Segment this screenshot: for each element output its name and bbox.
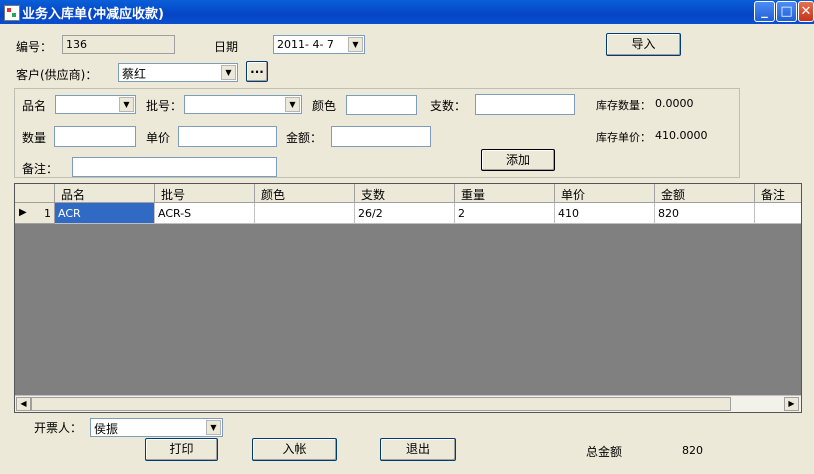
total-amount-label: 总金额 [586, 445, 623, 459]
stock-qty-value: 0.0000 [655, 97, 694, 110]
app-icon [4, 5, 20, 21]
date-label: 日期 [214, 40, 239, 54]
batch-label: 批号： [146, 99, 183, 113]
invoicer-select[interactable]: 侯振 ▼ [90, 418, 223, 437]
table-cell[interactable]: ACR [55, 203, 155, 224]
chevron-down-icon[interactable]: ▼ [206, 420, 221, 435]
customer-label: 客户(供应商)： [16, 68, 98, 82]
column-header-weight[interactable]: 重量 [455, 184, 555, 203]
table-cell[interactable]: 410 [555, 203, 655, 224]
close-button[interactable]: ✕ [798, 1, 814, 22]
horizontal-scrollbar[interactable]: ◀ ▶ [15, 395, 801, 412]
customer-select[interactable]: 蔡红 ▼ [118, 63, 238, 82]
remark-label: 备注： [22, 162, 59, 176]
table-cell[interactable]: 820 [655, 203, 755, 224]
table-cell[interactable]: ACR-S [155, 203, 255, 224]
scroll-left-icon[interactable]: ◀ [16, 397, 31, 411]
maximize-button[interactable]: □ [776, 1, 797, 22]
stock-price-value: 410.0000 [655, 129, 708, 142]
quantity-label: 数量 [22, 131, 47, 145]
chevron-down-icon[interactable]: ▼ [285, 97, 300, 112]
product-name-select[interactable]: ▼ [55, 95, 136, 114]
remark-field[interactable] [72, 157, 277, 177]
chevron-down-icon[interactable]: ▼ [348, 37, 363, 52]
add-button[interactable]: 添加 [481, 149, 555, 171]
scrollbar-thumb[interactable] [31, 397, 731, 411]
browse-customer-button[interactable]: ... [246, 61, 268, 82]
column-header-unit-price[interactable]: 单价 [555, 184, 655, 203]
table-cell[interactable]: 2 [455, 203, 555, 224]
post-to-ledger-button[interactable]: 入帐 [252, 438, 337, 461]
stock-price-label: 库存单价： [596, 131, 651, 144]
minimize-button[interactable]: _ [754, 1, 775, 22]
items-grid[interactable]: 品名 批号 颜色 支数 重量 单价 金额 备注 ▶ 1 ACR ACR-S 26… [14, 183, 802, 413]
column-header-product[interactable]: 品名 [55, 184, 155, 203]
column-header-remark[interactable]: 备注 [755, 184, 801, 203]
amount-field[interactable] [331, 126, 431, 147]
total-amount-value: 820 [682, 444, 703, 457]
count-field[interactable] [475, 94, 575, 115]
column-header-color[interactable]: 颜色 [255, 184, 355, 203]
customer-value: 蔡红 [122, 67, 147, 81]
column-header-batch[interactable]: 批号 [155, 184, 255, 203]
code-label: 编号： [16, 40, 53, 54]
row-header[interactable]: ▶ 1 [15, 203, 55, 224]
unit-price-field[interactable] [178, 126, 277, 147]
invoicer-label: 开票人： [34, 421, 83, 435]
column-header-amount[interactable]: 金额 [655, 184, 755, 203]
unit-price-label: 单价 [146, 131, 171, 145]
quantity-field[interactable] [54, 126, 136, 147]
date-picker[interactable]: 2011- 4- 7 ▼ [273, 35, 365, 54]
count-label: 支数： [430, 99, 467, 113]
chevron-down-icon[interactable]: ▼ [221, 65, 236, 80]
column-header-count[interactable]: 支数 [355, 184, 455, 203]
row-index: 1 [44, 207, 51, 220]
chevron-down-icon[interactable]: ▼ [119, 97, 134, 112]
import-button[interactable]: 导入 [606, 33, 681, 56]
product-name-label: 品名 [22, 99, 47, 113]
table-cell[interactable] [755, 203, 801, 224]
batch-select[interactable]: ▼ [184, 95, 302, 114]
window-title: 业务入库单(冲减应收款) [22, 7, 164, 22]
grid-corner-header [15, 184, 55, 203]
print-button[interactable]: 打印 [145, 438, 218, 461]
exit-button[interactable]: 退出 [380, 438, 456, 461]
code-field[interactable]: 136 [62, 35, 175, 54]
row-pointer-icon: ▶ [19, 207, 27, 218]
color-field[interactable] [346, 95, 417, 115]
table-cell[interactable] [255, 203, 355, 224]
color-label: 颜色 [312, 99, 337, 113]
invoicer-value: 侯振 [94, 422, 119, 436]
scroll-right-icon[interactable]: ▶ [784, 397, 799, 411]
stock-qty-label: 库存数量： [596, 99, 651, 112]
date-value: 2011- 4- 7 [277, 38, 334, 51]
table-cell[interactable]: 26/2 [355, 203, 455, 224]
amount-label: 金额： [286, 131, 323, 145]
